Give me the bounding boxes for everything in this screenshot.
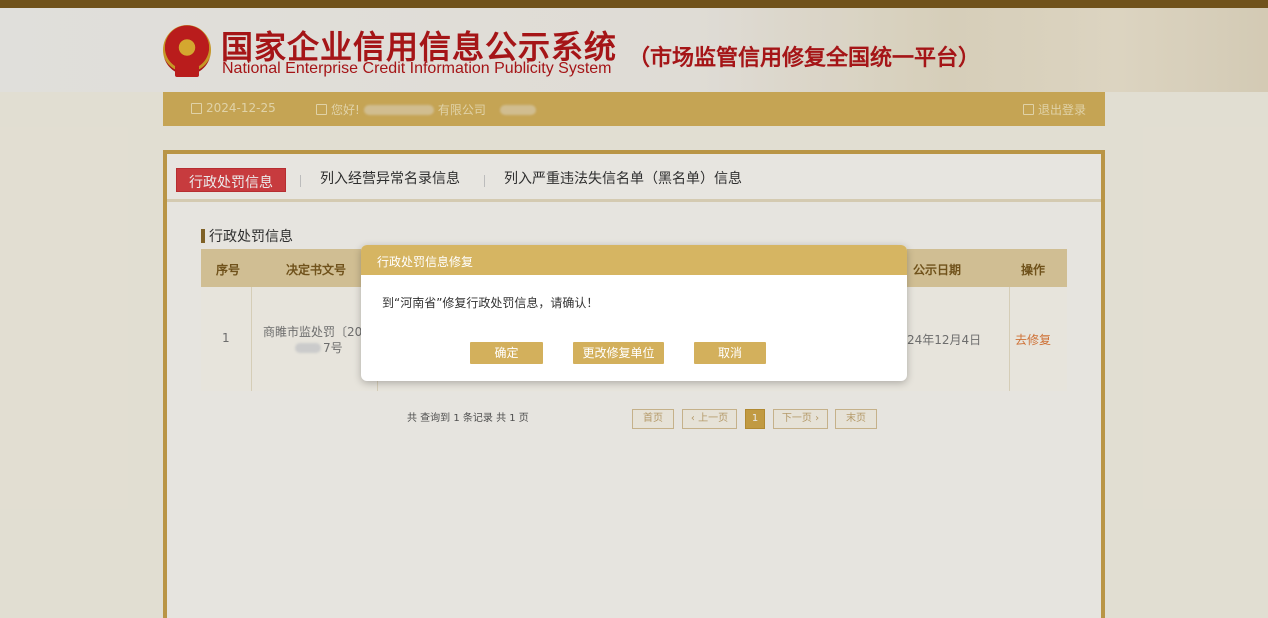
change-unit-button[interactable]: 更改修复单位 xyxy=(573,342,664,364)
confirm-button[interactable]: 确定 xyxy=(470,342,543,364)
cancel-button[interactable]: 取消 xyxy=(694,342,766,364)
repair-confirm-dialog: 行政处罚信息修复 到“河南省”修复行政处罚信息，请确认！ 确定 更改修复单位 取… xyxy=(361,245,907,381)
dialog-message: 到“河南省”修复行政处罚信息，请确认！ xyxy=(382,296,599,310)
dialog-title: 行政处罚信息修复 xyxy=(361,245,907,275)
